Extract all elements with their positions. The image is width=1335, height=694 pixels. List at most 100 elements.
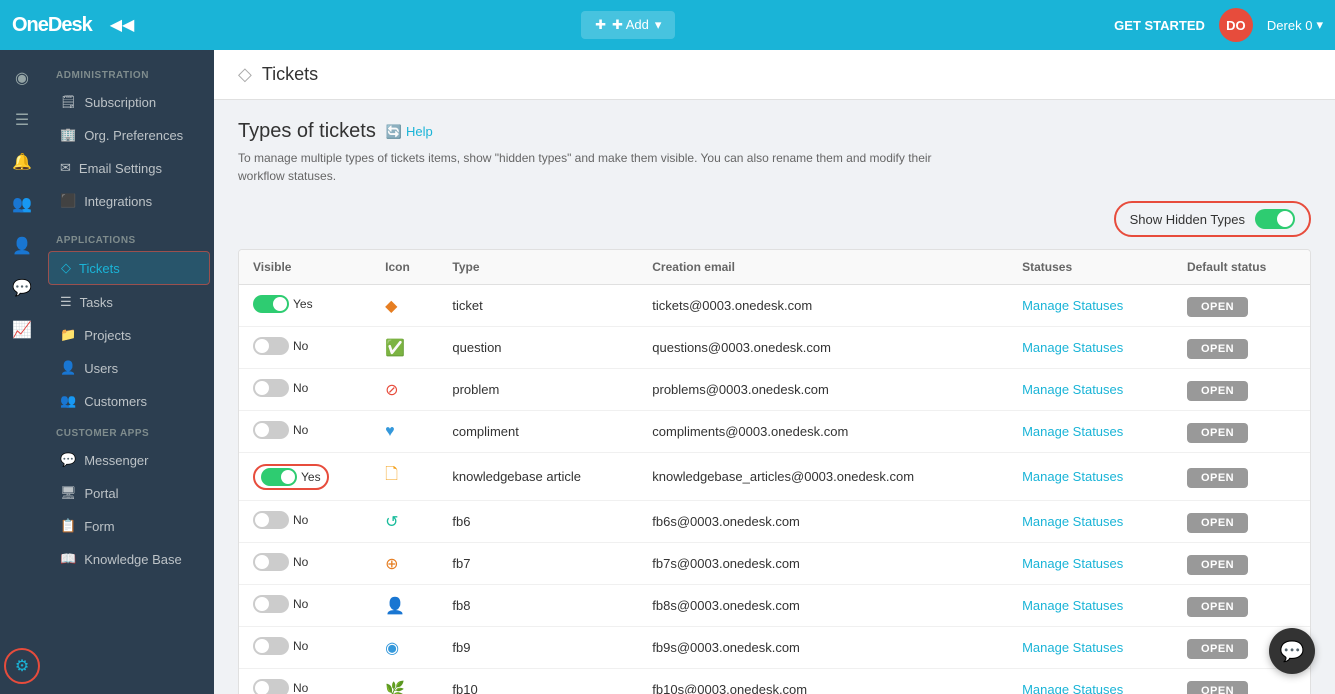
row-toggle[interactable] [253, 637, 289, 655]
sidebar-item-subscription[interactable]: 🗒 Subscription [48, 86, 210, 118]
logo: OneDesk [12, 14, 92, 37]
cell-creation-email: knowledgebase_articles@0003.onedesk.com [638, 453, 1008, 501]
cell-visible: No [239, 411, 371, 453]
visible-text: No [293, 597, 308, 611]
add-button[interactable]: ✚ ✚ Add ▾ [581, 11, 675, 39]
cell-type: ticket [438, 285, 638, 327]
manage-statuses-link[interactable]: Manage Statuses [1022, 640, 1123, 655]
table-row: No ↺fb6fb6s@0003.onedesk.comManage Statu… [239, 501, 1310, 543]
manage-statuses-link[interactable]: Manage Statuses [1022, 424, 1123, 439]
manage-statuses-link[interactable]: Manage Statuses [1022, 340, 1123, 355]
cell-visible: No [239, 369, 371, 411]
cell-statuses: Manage Statuses [1008, 369, 1173, 411]
row-toggle[interactable] [253, 295, 289, 313]
cell-type: fb10 [438, 669, 638, 694]
cell-icon: 🌿 [371, 669, 438, 694]
user-name[interactable]: Derek 0 ▾ [1267, 17, 1323, 33]
manage-statuses-link[interactable]: Manage Statuses [1022, 382, 1123, 397]
section-description: To manage multiple types of tickets item… [238, 149, 938, 185]
get-started-button[interactable]: GET STARTED [1114, 18, 1205, 33]
cell-statuses: Manage Statuses [1008, 285, 1173, 327]
sidebar-item-users[interactable]: 👤 Users [48, 352, 210, 384]
cell-statuses: Manage Statuses [1008, 501, 1173, 543]
show-hidden-types-label: Show Hidden Types [1130, 212, 1245, 227]
row-toggle[interactable] [253, 595, 289, 613]
visible-text: No [293, 513, 308, 527]
row-toggle[interactable] [253, 421, 289, 439]
collapse-button[interactable]: ◀◀ [102, 11, 143, 39]
avatar: DO [1219, 8, 1253, 42]
open-badge: OPEN [1187, 513, 1248, 533]
sidebar-item-tickets[interactable]: ◇ Tickets [48, 251, 210, 285]
sidebar-item-integrations-label: Integrations [84, 194, 152, 209]
row-toggle[interactable] [253, 379, 289, 397]
manage-statuses-link[interactable]: Manage Statuses [1022, 598, 1123, 613]
integrations-icon: ⬛ [60, 193, 76, 209]
rail-icon-list[interactable]: ☰ [4, 102, 40, 138]
manage-statuses-link[interactable]: Manage Statuses [1022, 298, 1123, 313]
cell-default-status: OPEN [1173, 501, 1310, 543]
cell-visible: No [239, 669, 371, 694]
add-label: ✚ Add [612, 17, 649, 33]
open-badge: OPEN [1187, 639, 1248, 659]
manage-statuses-link[interactable]: Manage Statuses [1022, 514, 1123, 529]
sidebar-item-customers-label: Customers [84, 394, 147, 409]
manage-statuses-link[interactable]: Manage Statuses [1022, 556, 1123, 571]
rail-icon-people2[interactable]: 👤 [4, 228, 40, 264]
sidebar-item-portal[interactable]: 🖥 Portal [48, 477, 210, 509]
user-chevron-icon: ▾ [1316, 17, 1323, 33]
row-toggle[interactable] [253, 553, 289, 571]
help-link[interactable]: 🔄 Help [386, 124, 433, 140]
add-chevron-icon: ▾ [655, 17, 662, 33]
sidebar-item-messenger[interactable]: 💬 Messenger [48, 444, 210, 476]
visible-text: No [293, 339, 308, 353]
cell-creation-email: fb10s@0003.onedesk.com [638, 669, 1008, 694]
sidebar-item-knowledge-base[interactable]: 📖 Knowledge Base [48, 543, 210, 575]
chat-button[interactable]: 💬 [1269, 628, 1315, 674]
cell-statuses: Manage Statuses [1008, 627, 1173, 669]
rail-icon-chart[interactable]: 📈 [4, 312, 40, 348]
sidebar-item-org-preferences[interactable]: 🏢 Org. Preferences [48, 119, 210, 151]
sidebar-item-tasks[interactable]: ☰ Tasks [48, 286, 210, 318]
sidebar-item-customers[interactable]: 👥 Customers [48, 385, 210, 417]
cell-creation-email: questions@0003.onedesk.com [638, 327, 1008, 369]
content-body: Types of tickets 🔄 Help To manage multip… [214, 100, 1335, 694]
rail-icon-chat[interactable]: 💬 [4, 270, 40, 306]
table-row: Yes ◆tickettickets@0003.onedesk.comManag… [239, 285, 1310, 327]
cell-default-status: OPEN [1173, 327, 1310, 369]
show-hidden-types-toggle[interactable] [1255, 209, 1295, 229]
rail-icon-gear[interactable]: ⚙ [4, 648, 40, 684]
cell-visible: Yes [239, 285, 371, 327]
sidebar-item-projects-label: Projects [84, 328, 131, 343]
rail-icon-bell[interactable]: 🔔 [4, 144, 40, 180]
add-icon: ✚ [595, 17, 606, 33]
sidebar-item-projects[interactable]: 📁 Projects [48, 319, 210, 351]
knowledge-base-icon: 📖 [60, 551, 76, 567]
sidebar-item-integrations[interactable]: ⬛ Integrations [48, 185, 210, 217]
open-badge: OPEN [1187, 423, 1248, 443]
row-toggle[interactable] [253, 679, 289, 694]
rail-icon-people[interactable]: 👥 [4, 186, 40, 222]
type-icon: ◆ [385, 298, 397, 315]
show-hidden-types-container[interactable]: Show Hidden Types [1114, 201, 1311, 237]
manage-statuses-link[interactable]: Manage Statuses [1022, 469, 1123, 484]
sidebar-item-email-settings[interactable]: ✉ Email Settings [48, 152, 210, 184]
manage-statuses-link[interactable]: Manage Statuses [1022, 682, 1123, 694]
org-preferences-icon: 🏢 [60, 127, 76, 143]
toggle-row: Show Hidden Types [238, 201, 1311, 237]
open-badge: OPEN [1187, 555, 1248, 575]
sidebar-item-form[interactable]: 📋 Form [48, 510, 210, 542]
portal-icon: 🖥 [60, 485, 77, 501]
cell-type: question [438, 327, 638, 369]
cell-icon: ◉ [371, 627, 438, 669]
cell-type: compliment [438, 411, 638, 453]
form-icon: 📋 [60, 518, 76, 534]
row-toggle[interactable] [253, 511, 289, 529]
cell-statuses: Manage Statuses [1008, 669, 1173, 694]
row-toggle[interactable] [253, 337, 289, 355]
open-badge: OPEN [1187, 381, 1248, 401]
type-icon: ↺ [385, 514, 398, 531]
rail-icon-dashboard[interactable]: ◉ [4, 60, 40, 96]
admin-items: 🗒 Subscription 🏢 Org. Preferences ✉ Emai… [44, 86, 214, 217]
row-toggle[interactable] [261, 468, 297, 486]
